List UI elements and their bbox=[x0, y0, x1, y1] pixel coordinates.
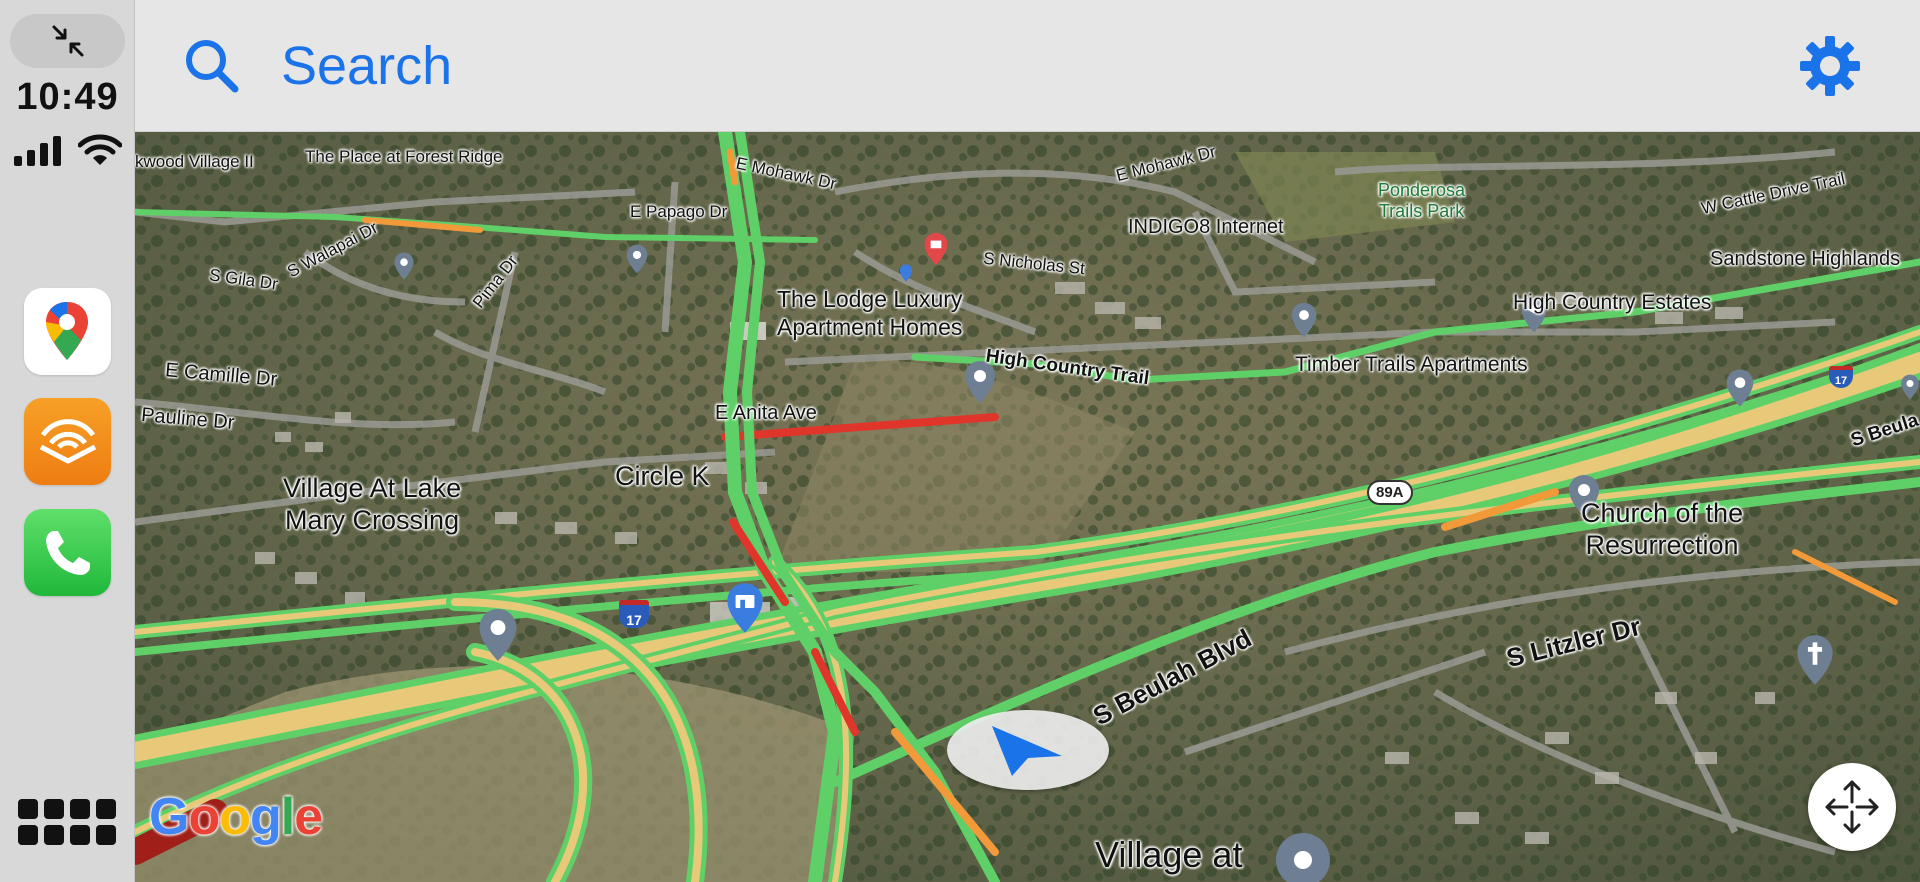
church-pin-icon[interactable] bbox=[1795, 632, 1835, 688]
park-label-ponderosa-line2: Trails Park bbox=[1378, 200, 1465, 221]
map-pin-icon[interactable] bbox=[1725, 368, 1755, 408]
poi-label-circle-k: Circle K bbox=[615, 461, 710, 491]
poi-label-indigo: INDIGO8 Internet bbox=[1128, 216, 1284, 238]
google-maps-icon bbox=[46, 302, 88, 360]
google-maps-app-button[interactable] bbox=[24, 288, 111, 375]
app-grid-button[interactable] bbox=[18, 796, 116, 848]
cellular-signal-icon bbox=[14, 136, 61, 166]
poi-label-village-lake-mary-line1: Village At Lake bbox=[283, 473, 462, 503]
route-89a-shield: 89A bbox=[1367, 480, 1413, 505]
road-label-e-anita: E Anita Ave bbox=[715, 402, 817, 424]
carplay-sidebar: 10:49 bbox=[0, 0, 135, 882]
search-label: Search bbox=[281, 36, 453, 96]
app-grid-dot bbox=[70, 799, 90, 819]
poi-label-village-lake-mary: Village At Lake Mary Crossing bbox=[283, 472, 461, 537]
app-grid-dot bbox=[70, 825, 90, 845]
map-pin-icon[interactable] bbox=[895, 264, 917, 282]
app-grid-icon bbox=[18, 799, 38, 819]
navigation-arrow-icon bbox=[992, 726, 1062, 776]
poi-label-village-at: Village at bbox=[1095, 834, 1243, 875]
audible-app-button[interactable] bbox=[24, 398, 111, 485]
shopping-pin-icon[interactable] bbox=[725, 582, 765, 634]
road-label-e-papago: E Papago Dr bbox=[630, 202, 728, 221]
app-grid-dot bbox=[96, 825, 116, 845]
search-header: Search bbox=[135, 0, 1920, 132]
map-pin-icon[interactable] bbox=[1290, 302, 1318, 338]
poi-label-church-line1: Church of the bbox=[1581, 498, 1744, 528]
poi-label-high-country-estates: High Country Estates bbox=[1513, 291, 1712, 314]
app-grid-dot bbox=[96, 799, 116, 819]
poi-label-church: Church of the Resurrection bbox=[1581, 497, 1743, 562]
poi-label-lodge-line2: Apartment Homes bbox=[777, 313, 963, 340]
phone-app-button[interactable] bbox=[24, 509, 111, 596]
google-logo-e: e bbox=[294, 788, 323, 846]
gear-icon bbox=[1800, 36, 1860, 96]
poi-label-lodge-line1: The Lodge Luxury bbox=[777, 286, 963, 312]
minimize-button[interactable] bbox=[10, 14, 125, 68]
park-label-ponderosa: Ponderosa Trails Park bbox=[1378, 180, 1465, 221]
google-logo: Google bbox=[149, 787, 323, 847]
status-indicators bbox=[14, 134, 122, 166]
google-logo-l: l bbox=[280, 788, 295, 846]
poi-label-lodge: The Lodge Luxury Apartment Homes bbox=[777, 286, 962, 341]
wifi-icon bbox=[78, 134, 122, 165]
google-logo-g: G bbox=[149, 788, 189, 846]
minimize-arrows-icon bbox=[52, 25, 83, 57]
app-grid-dot bbox=[18, 825, 38, 845]
poi-label-sandstone: Sandstone Highlands bbox=[1710, 248, 1901, 270]
app-grid-dot bbox=[44, 825, 64, 845]
map-pin-icon[interactable] bbox=[1900, 372, 1920, 402]
google-logo-g2: g bbox=[249, 788, 282, 846]
google-logo-o1: o bbox=[188, 788, 220, 846]
map-pin-icon[interactable] bbox=[477, 607, 519, 663]
interstate-17-shield: 17 bbox=[619, 600, 649, 628]
recenter-button[interactable] bbox=[1808, 763, 1896, 851]
app-grid-dot bbox=[44, 799, 64, 819]
status-clock: 10:49 bbox=[16, 76, 119, 118]
search-icon bbox=[186, 40, 239, 93]
current-location-puck bbox=[947, 710, 1109, 790]
map-pin-icon[interactable] bbox=[393, 252, 415, 280]
park-label-ponderosa-line1: Ponderosa bbox=[1378, 180, 1466, 200]
destination-pin-icon[interactable] bbox=[1275, 832, 1331, 882]
phone-icon bbox=[45, 530, 90, 575]
google-logo-o2: o bbox=[219, 788, 251, 846]
poi-label-timber-trails: Timber Trails Apartments bbox=[1295, 353, 1528, 376]
poi-label-village-lake-mary-line2: Mary Crossing bbox=[285, 505, 460, 536]
map-view[interactable]: kwood Village II The Place at Forest Rid… bbox=[135, 132, 1920, 882]
poi-label-church-line2: Resurrection bbox=[1585, 530, 1739, 561]
poi-label-oakwood: kwood Village II bbox=[135, 152, 254, 171]
map-pin-icon[interactable] bbox=[625, 244, 649, 274]
poi-label-forest-ridge: The Place at Forest Ridge bbox=[305, 147, 503, 166]
landmark-pin-icon[interactable] bbox=[923, 232, 949, 266]
recenter-arrows-icon bbox=[1825, 780, 1879, 834]
audible-icon bbox=[39, 418, 96, 463]
search-button[interactable]: Search bbox=[183, 26, 703, 106]
settings-button[interactable] bbox=[1798, 34, 1862, 98]
